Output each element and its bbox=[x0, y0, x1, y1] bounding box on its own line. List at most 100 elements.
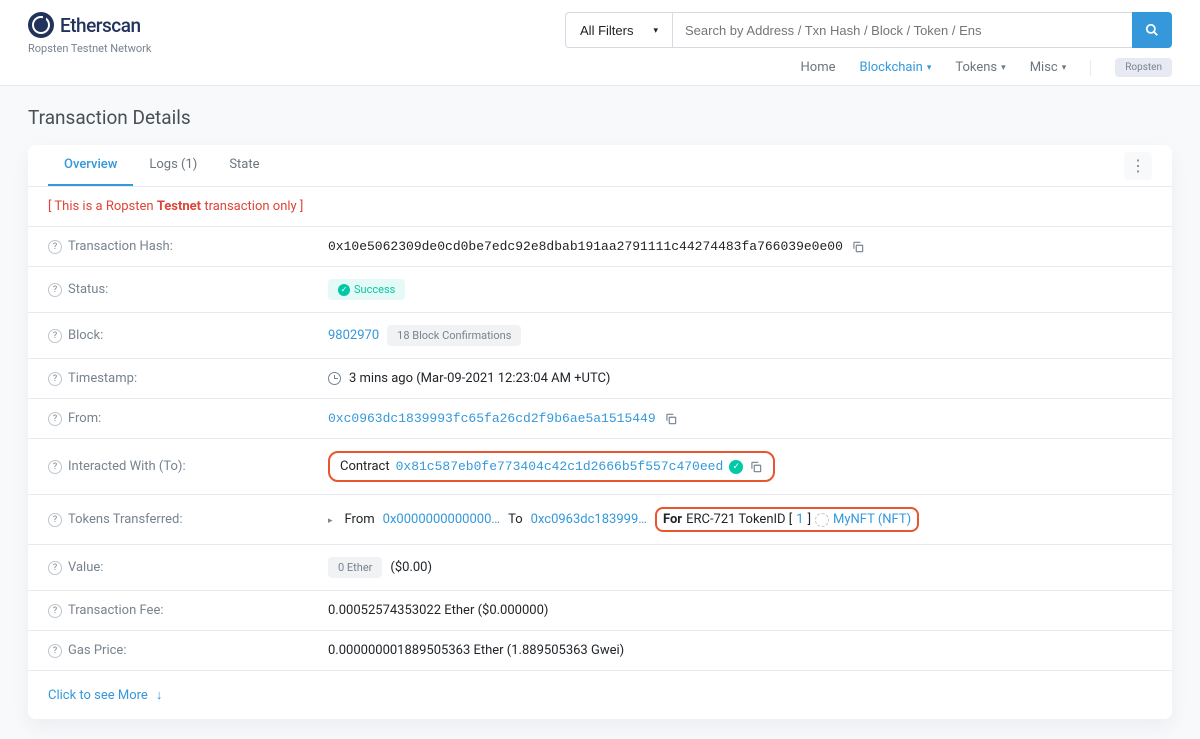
ropsten-badge[interactable]: Ropsten bbox=[1115, 58, 1172, 77]
see-more-link[interactable]: Click to see More ↓ bbox=[28, 671, 1172, 719]
value-status: Success bbox=[328, 279, 1152, 300]
label-txn-hash: ? Transaction Hash: bbox=[48, 239, 328, 254]
tokens-to-link[interactable]: 0xc0963dc183999… bbox=[531, 512, 647, 527]
value-tokens: From 0x0000000000000… To 0xc0963dc183999… bbox=[328, 507, 1152, 532]
value-fee: 0.00052574353022 Ether ($0.000000) bbox=[328, 603, 1152, 618]
arrow-right-icon bbox=[328, 512, 337, 527]
tabs: Overview Logs (1) State bbox=[48, 145, 276, 186]
header: Etherscan Ropsten Testnet Network All Fi… bbox=[0, 0, 1200, 86]
more-button[interactable]: ⋮ bbox=[1124, 152, 1152, 180]
block-link[interactable]: 9802970 bbox=[328, 328, 379, 343]
value-usd: ($0.00) bbox=[390, 560, 432, 575]
help-icon[interactable]: ? bbox=[48, 329, 62, 343]
row-value: ? Value: 0 Ether ($0.00) bbox=[28, 545, 1172, 591]
copy-icon[interactable] bbox=[851, 240, 865, 254]
block-confirmations: 18 Block Confirmations bbox=[387, 325, 521, 346]
from-address-link[interactable]: 0xc0963dc1839993fc65fa26cd2f9b6ae5a15154… bbox=[328, 411, 656, 426]
search-input[interactable] bbox=[672, 12, 1132, 48]
tab-logs[interactable]: Logs (1) bbox=[133, 145, 213, 186]
value-value: 0 Ether ($0.00) bbox=[328, 557, 1152, 578]
row-timestamp: ? Timestamp: 3 mins ago (Mar-09-2021 12:… bbox=[28, 359, 1172, 399]
value-to: Contract 0x81c587eb0fe773404c42c1d2666b5… bbox=[328, 451, 1152, 482]
help-icon[interactable]: ? bbox=[48, 460, 62, 474]
chevron-down-icon: ▾ bbox=[927, 63, 932, 73]
row-txn-hash: ? Transaction Hash: 0x10e5062309de0cd0be… bbox=[28, 227, 1172, 267]
value-block: 9802970 18 Block Confirmations bbox=[328, 325, 1152, 346]
search-row: All Filters ▾ bbox=[565, 12, 1172, 48]
help-icon[interactable]: ? bbox=[48, 513, 62, 527]
row-tokens: ? Tokens Transferred: From 0x00000000000… bbox=[28, 495, 1172, 545]
label-block: ? Block: bbox=[48, 328, 328, 343]
label-fee: ? Transaction Fee: bbox=[48, 603, 328, 618]
chevron-down-icon: ▾ bbox=[1001, 63, 1006, 73]
header-right: All Filters ▾ Home Blockchain ▾ Tokens ▾… bbox=[565, 12, 1172, 77]
tokens-highlight-box: For ERC-721 TokenID [1] MyNFT (NFT) bbox=[655, 507, 919, 532]
label-value: ? Value: bbox=[48, 560, 328, 575]
filter-label: All Filters bbox=[580, 23, 633, 38]
help-icon[interactable]: ? bbox=[48, 644, 62, 658]
row-gas: ? Gas Price: 0.000000001889505363 Ether … bbox=[28, 631, 1172, 671]
chevron-down-icon: ▾ bbox=[1062, 63, 1067, 73]
row-block: ? Block: 9802970 18 Block Confirmations bbox=[28, 313, 1172, 359]
tokens-from-link[interactable]: 0x0000000000000… bbox=[383, 512, 500, 527]
value-badge: 0 Ether bbox=[328, 557, 382, 578]
logo[interactable]: Etherscan bbox=[28, 12, 151, 38]
token-icon bbox=[815, 513, 829, 527]
to-prefix: Contract bbox=[340, 459, 390, 474]
help-icon[interactable]: ? bbox=[48, 412, 62, 426]
value-timestamp: 3 mins ago (Mar-09-2021 12:23:04 AM +UTC… bbox=[328, 371, 1152, 386]
clock-icon bbox=[328, 372, 341, 385]
help-icon[interactable]: ? bbox=[48, 283, 62, 297]
label-to: ? Interacted With (To): bbox=[48, 459, 328, 474]
value-txn-hash: 0x10e5062309de0cd0be7edc92e8dbab191aa279… bbox=[328, 239, 1152, 254]
arrow-down-icon: ↓ bbox=[156, 687, 163, 703]
row-status: ? Status: Success bbox=[28, 267, 1172, 313]
nav-row: Home Blockchain ▾ Tokens ▾ Misc ▾ Ropste… bbox=[801, 58, 1172, 77]
label-tokens: ? Tokens Transferred: bbox=[48, 512, 328, 527]
help-icon[interactable]: ? bbox=[48, 604, 62, 618]
tokens-to-label: To bbox=[508, 512, 523, 527]
network-label: Ropsten Testnet Network bbox=[28, 42, 151, 55]
tab-state[interactable]: State bbox=[213, 145, 275, 186]
logo-icon bbox=[28, 12, 54, 38]
search-icon bbox=[1145, 23, 1159, 37]
nav-divider bbox=[1090, 60, 1091, 76]
chevron-down-icon: ▾ bbox=[653, 25, 658, 36]
copy-icon[interactable] bbox=[749, 460, 763, 474]
fee-text: 0.00052574353022 Ether ($0.000000) bbox=[328, 603, 548, 618]
label-status: ? Status: bbox=[48, 282, 328, 297]
status-badge: Success bbox=[328, 279, 405, 300]
row-fee: ? Transaction Fee: 0.00052574353022 Ethe… bbox=[28, 591, 1172, 631]
tab-overview[interactable]: Overview bbox=[48, 145, 133, 186]
nav-misc[interactable]: Misc ▾ bbox=[1030, 60, 1067, 75]
copy-icon[interactable] bbox=[664, 412, 678, 426]
label-timestamp: ? Timestamp: bbox=[48, 371, 328, 386]
value-from: 0xc0963dc1839993fc65fa26cd2f9b6ae5a15154… bbox=[328, 411, 1152, 426]
tokens-for-label: For bbox=[663, 512, 682, 527]
timestamp-text: 3 mins ago (Mar-09-2021 12:23:04 AM +UTC… bbox=[349, 371, 610, 386]
row-to: ? Interacted With (To): Contract 0x81c58… bbox=[28, 439, 1172, 495]
testnet-notice: [ This is a Ropsten Testnet transaction … bbox=[28, 187, 1172, 227]
help-icon[interactable]: ? bbox=[48, 240, 62, 254]
tokens-from-label: From bbox=[345, 512, 375, 527]
help-icon[interactable]: ? bbox=[48, 372, 62, 386]
to-address-link[interactable]: 0x81c587eb0fe773404c42c1d2666b5f557c470e… bbox=[396, 459, 724, 474]
page-title: Transaction Details bbox=[0, 86, 1200, 145]
tokens-id-link[interactable]: 1 bbox=[796, 512, 803, 527]
label-from: ? From: bbox=[48, 411, 328, 426]
txn-hash-text: 0x10e5062309de0cd0be7edc92e8dbab191aa279… bbox=[328, 239, 843, 254]
nav-home[interactable]: Home bbox=[801, 60, 836, 75]
tokens-erc: ERC-721 TokenID [ bbox=[686, 512, 792, 527]
gas-text: 0.000000001889505363 Ether (1.889505363 … bbox=[328, 643, 624, 658]
tokens-name-link[interactable]: MyNFT (NFT) bbox=[833, 512, 911, 527]
verified-icon: ✓ bbox=[729, 460, 743, 474]
label-gas: ? Gas Price: bbox=[48, 643, 328, 658]
logo-section: Etherscan Ropsten Testnet Network bbox=[28, 12, 151, 55]
search-button[interactable] bbox=[1132, 12, 1172, 48]
nav-blockchain[interactable]: Blockchain ▾ bbox=[860, 60, 932, 75]
nav-tokens[interactable]: Tokens ▾ bbox=[955, 60, 1005, 75]
help-icon[interactable]: ? bbox=[48, 561, 62, 575]
filter-dropdown[interactable]: All Filters ▾ bbox=[565, 12, 672, 48]
transaction-card: Overview Logs (1) State ⋮ [ This is a Ro… bbox=[28, 145, 1172, 719]
row-from: ? From: 0xc0963dc1839993fc65fa26cd2f9b6a… bbox=[28, 399, 1172, 439]
